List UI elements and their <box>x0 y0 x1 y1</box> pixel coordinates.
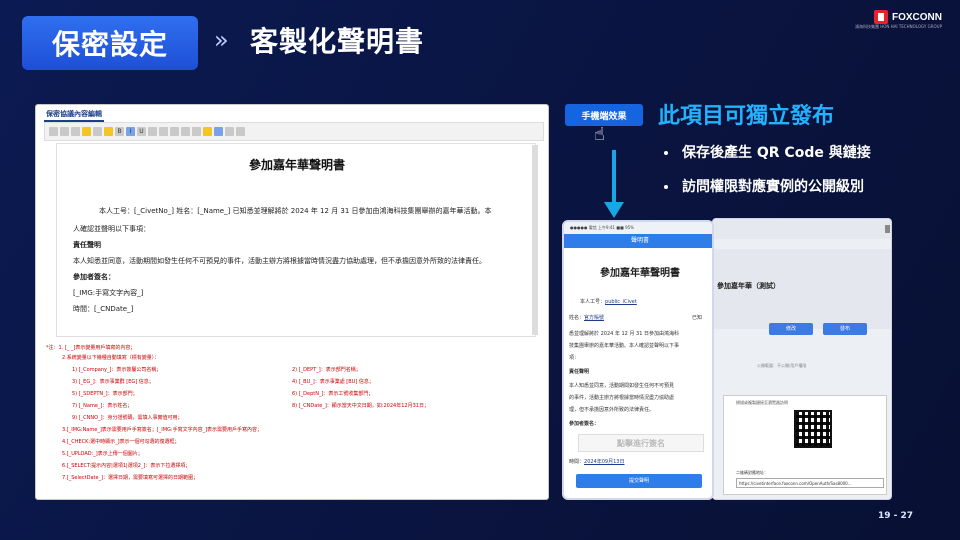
logo-icon <box>874 10 888 24</box>
phone-text: 已知 <box>692 315 703 321</box>
table-icon[interactable] <box>225 127 234 136</box>
note-line: 7.[_SelectDate_]：選擇日期，需要填寫可選擇的日期範圍； <box>62 475 199 481</box>
note-line: 9) [_CNNO_]：身分證號碼，需填入事實值可用； <box>72 415 183 421</box>
bold-icon[interactable]: B <box>115 127 124 136</box>
desktop-preview: 參加嘉年華（測試） 修改 發布 公開範圍：不公開/用戶權限 掃描或複製鏈接至瀏覽… <box>712 218 892 500</box>
doc-section-heading: 參加者簽名： <box>73 273 115 281</box>
source-icon[interactable] <box>49 127 58 136</box>
note-line: 2) [_DEPT_]：表示部門名稱； <box>292 367 361 373</box>
font-color-icon[interactable] <box>82 127 91 136</box>
feature-bullet: 訪問權限對應實例的公開級別 <box>664 176 864 196</box>
phone-section-heading: 責任聲明 <box>569 369 590 375</box>
phone-doc-title: 參加嘉年華聲明書 <box>600 268 680 279</box>
phone-sign-label: 參加者簽名： <box>569 421 600 427</box>
phone-text: 本人知悉並同意，活動期間如發生任何不可預見 <box>569 383 675 389</box>
note-line: 4.[_CHECK:選中時顯示_]表示一個可勾選的復選框； <box>62 439 180 445</box>
submit-button[interactable]: 提交聲明 <box>576 474 702 488</box>
phone-app-title: 聲明書 <box>564 234 712 248</box>
phone-status-bar: ●●●●● 電信 上午9:41 ■■ 95% <box>564 222 712 234</box>
link-icon[interactable] <box>214 127 223 136</box>
chevron-icon: » <box>214 26 228 54</box>
page-subtitle: 客製化聲明書 <box>250 25 425 58</box>
feature-title: 此項目可獨立發布 <box>658 104 835 129</box>
qr-url-label: 二維碼對應地址： <box>736 470 768 475</box>
qr-code-icon <box>794 410 832 448</box>
phone-text: 項： <box>569 355 580 361</box>
align-left-icon[interactable] <box>148 127 157 136</box>
undo-icon[interactable] <box>60 127 69 136</box>
note-line: *注：1. [_ _]表示變量用戶填寫的內容； <box>46 345 136 351</box>
fullscreen-icon[interactable] <box>236 127 245 136</box>
note-line: 6) [_DeptN_]：表示工號收集部門； <box>292 391 374 397</box>
signature-pad[interactable]: 點擊進行簽名 <box>578 434 704 452</box>
page-title: 保密設定 <box>22 16 198 70</box>
font-size-icon[interactable] <box>93 127 102 136</box>
editor-document[interactable]: 參加嘉年華聲明書 本人工号：[_CivetNo_] 姓名：[_Name_] 已知… <box>56 143 536 337</box>
phone-name-row: 姓名：官方賬號 <box>569 315 605 321</box>
qr-url-field[interactable]: https://civetinterface.foxconn.com/OpenA… <box>736 478 884 488</box>
pointing-hand-icon: ☝ <box>594 124 605 145</box>
editor-scrollbar[interactable] <box>532 145 538 335</box>
logo-tagline: 鴻海科技集團 HON HAI TECHNOLOGY GROUP <box>854 24 942 29</box>
list-icon[interactable] <box>181 127 190 136</box>
mobile-effect-badge: 手機端效果 <box>565 104 643 126</box>
image-icon[interactable] <box>203 127 212 136</box>
qr-modal: 掃描或複製鏈接至瀏覽器訪問 二維碼對應地址： https://civetinte… <box>723 395 887 495</box>
underline-icon[interactable]: U <box>137 127 146 136</box>
note-line: 7) [_Name_]：表示姓名； <box>72 403 133 409</box>
redo-icon[interactable] <box>71 127 80 136</box>
note-line: 8) [_CNDate_]：顯示當天中文日期，如:2024年12月31日； <box>292 403 429 409</box>
declaration-editor: 保密協議內容編輯 B I U 參加嘉年華聲明書 本人工号：[_CivetNo_]… <box>35 104 549 500</box>
menu-icon[interactable] <box>885 225 890 233</box>
highlight-icon[interactable] <box>104 127 113 136</box>
doc-line: 本人工号：[_CivetNo_] 姓名：[_Name_] 已知悉並理解將於 20… <box>99 207 492 215</box>
phone-preview: ●●●●● 電信 上午9:41 ■■ 95% 聲明書 參加嘉年華聲明書 本人工号… <box>562 220 714 500</box>
phone-text: 技集團舉辦的嘉年華活動。本人確認並聲明以下事 <box>569 343 680 349</box>
bullet-dot-icon <box>664 151 668 155</box>
note-line: 5.[_UPLOAD:_]表示上傳一個圖片； <box>62 451 143 457</box>
note-line: 5) [_SDEPTN_]：表示部門； <box>72 391 138 397</box>
phone-name-value: 官方賬號 <box>584 315 605 321</box>
editor-toolbar: B I U <box>44 122 544 141</box>
down-arrow-icon <box>612 150 616 204</box>
qr-title: 掃描或複製鏈接至瀏覽器訪問 <box>736 400 788 405</box>
align-right-icon[interactable] <box>170 127 179 136</box>
phone-text: 悉並理解將於 2024 年 12 月 31 日參加由鴻海科 <box>569 331 679 337</box>
italic-icon[interactable]: I <box>126 127 135 136</box>
document-title: 參加嘉年華聲明書 <box>248 158 345 172</box>
permission-text: 公開範圍：不公開/用戶權限 <box>757 363 807 368</box>
doc-date-field: 時間：[_CNDate_] <box>73 305 134 313</box>
note-line: 3.[_IMG:Name_]表示需要用戶手寫簽名；[_IMG:手寫文字內容_]表… <box>62 427 263 433</box>
foxconn-logo: FOXCONN 鴻海科技集團 HON HAI TECHNOLOGY GROUP <box>855 10 942 29</box>
phone-date-row: 時間：2024年09月13日 <box>569 459 625 465</box>
down-arrow-head-icon <box>604 202 624 218</box>
logo-brand: FOXCONN <box>892 11 942 23</box>
phone-id-value: public_iCivet <box>605 299 637 305</box>
publish-button[interactable]: 發布 <box>823 323 867 335</box>
phone-text: 的事件，活動主辦方將根據當時情況盡力協助處 <box>569 395 675 401</box>
page-number: 19 - 27 <box>878 511 914 521</box>
note-line: 3) [_EG_]：表示事業群 [EG] 信息； <box>72 379 154 385</box>
phone-date-value[interactable]: 2024年09月13日 <box>584 459 624 465</box>
doc-signature-field: [_IMG:手寫文字內容_] <box>73 289 144 297</box>
bullet-dot-icon <box>664 185 668 189</box>
variable-notes: *注：1. [_ _]表示變量用戶填寫的內容； 2.系統變量以下幾種自動填寫（標… <box>42 343 542 493</box>
doc-section-heading: 責任聲明 <box>73 241 101 249</box>
note-line: 4) [_BU_]：表示事業處 [BU] 信息； <box>292 379 374 385</box>
desktop-heading: 參加嘉年華（測試） <box>717 282 780 290</box>
tab-content-edit[interactable]: 保密協議內容編輯 <box>44 108 104 122</box>
align-center-icon[interactable] <box>159 127 168 136</box>
doc-line: 人確認並聲明以下事項： <box>73 225 150 233</box>
edit-button[interactable]: 修改 <box>769 323 813 335</box>
phone-id-row: 本人工号：public_iCivet <box>580 299 637 305</box>
desktop-topbar <box>713 219 891 239</box>
doc-line: 本人知悉並同意，活動期間如發生任何不可預見的事件，活動主辦方將根據當時情況盡力協… <box>73 257 486 265</box>
phone-text: 理，但不承擔因意外所致的法律責任。 <box>569 407 655 413</box>
note-line: 2.系統變量以下幾種自動填寫（標有變量）： <box>62 355 160 361</box>
feature-bullet: 保存後產生 QR Code 與鏈接 <box>664 142 871 162</box>
indent-icon[interactable] <box>192 127 201 136</box>
note-line: 1) [_Company_]：表示簽屬公司名稱； <box>72 367 162 373</box>
note-line: 6.[_SELECT:提示內容|選項1|選項2_]：表示下拉選擇項； <box>62 463 191 469</box>
